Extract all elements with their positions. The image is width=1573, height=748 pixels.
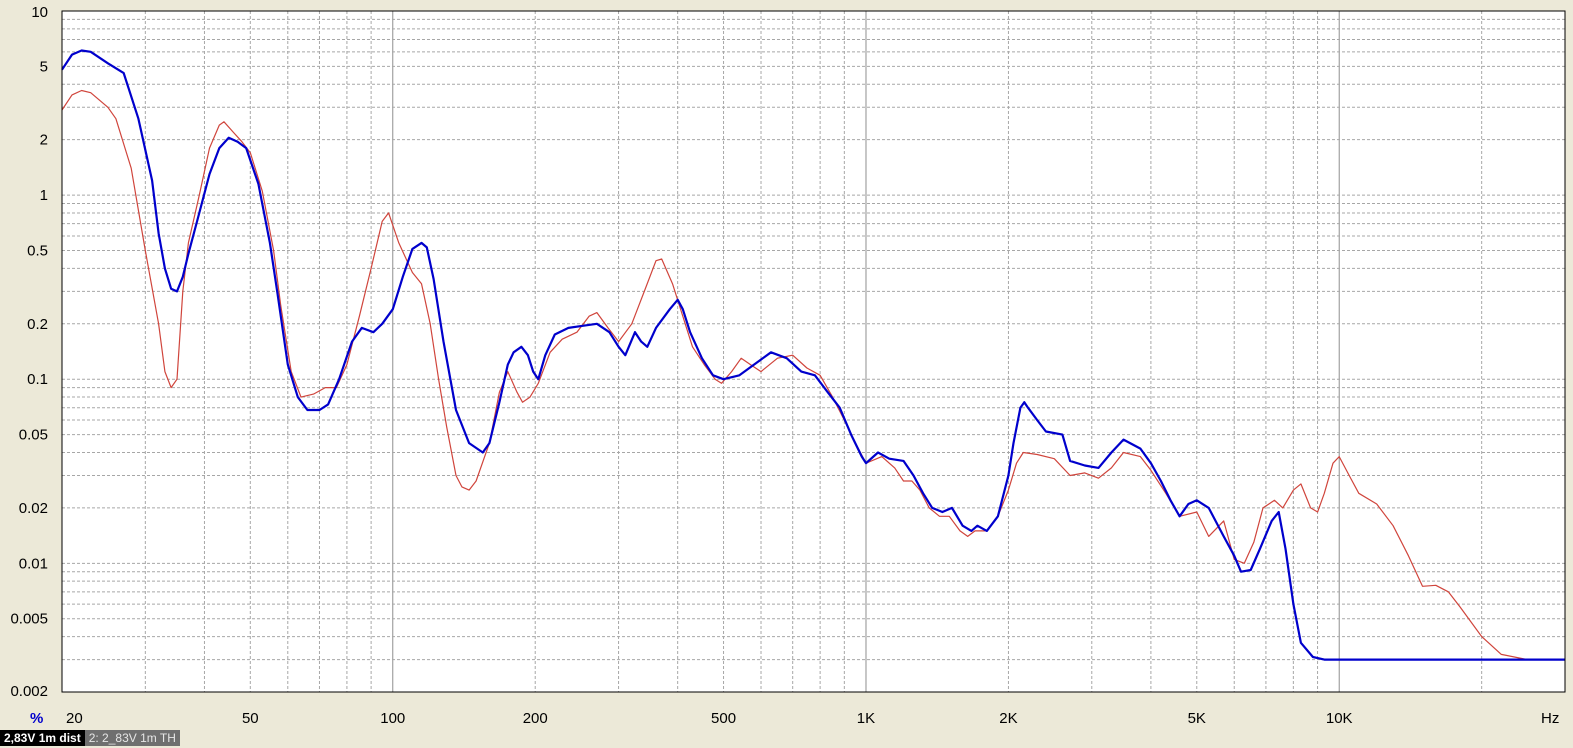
x-tick-label: 500	[711, 710, 736, 727]
x-tick-label: 2K	[999, 710, 1017, 727]
y-tick-label: 0.2	[27, 316, 48, 333]
x-tick-label: 200	[523, 710, 548, 727]
y-tick-label: 10	[31, 4, 48, 21]
x-tick-label: 1K	[857, 710, 875, 727]
legend-tabs: 2,83V 1m dist 2: 2_83V 1m TH	[0, 730, 180, 746]
x-tick-label: 5K	[1188, 710, 1206, 727]
x-tick-label: 50	[242, 710, 259, 727]
distortion-chart: 10 5 2 1 0.5 0.2 0.1 0.05 0.02 0.01 0.005 0.002 20 5…	[10, 4, 1566, 727]
y-tick-label: 1	[40, 187, 48, 204]
y-tick-label: 0.002	[10, 683, 48, 700]
y-tick-label: 0.005	[10, 611, 48, 628]
x-unit-label: Hz	[1541, 710, 1559, 727]
legend-tab-dist[interactable]: 2,83V 1m dist	[0, 730, 85, 746]
legend-tab-th[interactable]: 2: 2_83V 1m TH	[84, 730, 180, 746]
x-tick-label: 100	[380, 710, 405, 727]
y-tick-label: 2	[40, 132, 48, 149]
y-tick-label: 0.01	[19, 555, 48, 572]
y-tick-label: 5	[40, 58, 48, 75]
y-unit-label: %	[30, 710, 43, 727]
y-tick-label: 0.05	[19, 427, 48, 444]
y-tick-label: 0.1	[27, 371, 48, 388]
x-tick-label: 20	[66, 710, 83, 727]
y-tick-label: 0.5	[27, 243, 48, 260]
y-tick-label: 0.02	[19, 500, 48, 517]
y-tick-labels: 10 5 2 1 0.5 0.2 0.1 0.05 0.02 0.01 0.005 0.002	[10, 4, 48, 700]
x-tick-label: 10K	[1326, 710, 1353, 727]
x-tick-labels: 20 50 100 200 500 1K 2K 5K 10K	[66, 710, 1353, 727]
